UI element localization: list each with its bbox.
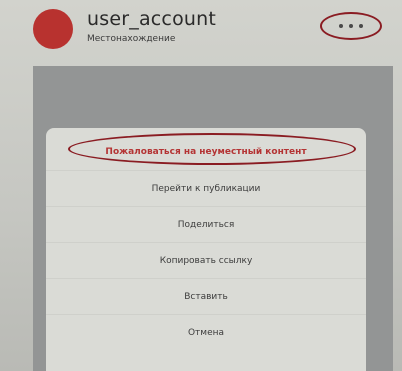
menu-item-embed[interactable]: Вставить	[46, 278, 366, 314]
menu-item-copy-link[interactable]: Копировать ссылку	[46, 242, 366, 278]
post-header: user_account Местонахождение	[0, 0, 402, 62]
more-dot-icon	[359, 24, 363, 28]
menu-item-share[interactable]: Поделиться	[46, 206, 366, 242]
more-dot-icon	[349, 24, 353, 28]
location-label[interactable]: Местонахождение	[87, 34, 175, 44]
report-highlight-annotation	[68, 133, 356, 165]
more-options-button[interactable]	[320, 12, 382, 40]
screen: user_account Местонахождение Пожаловатьс…	[0, 0, 402, 371]
avatar[interactable]	[33, 9, 73, 49]
menu-item-cancel[interactable]: Отмена	[46, 314, 366, 350]
menu-item-go-to-post[interactable]: Перейти к публикации	[46, 170, 366, 206]
more-dot-icon	[339, 24, 343, 28]
username[interactable]: user_account	[87, 8, 216, 30]
